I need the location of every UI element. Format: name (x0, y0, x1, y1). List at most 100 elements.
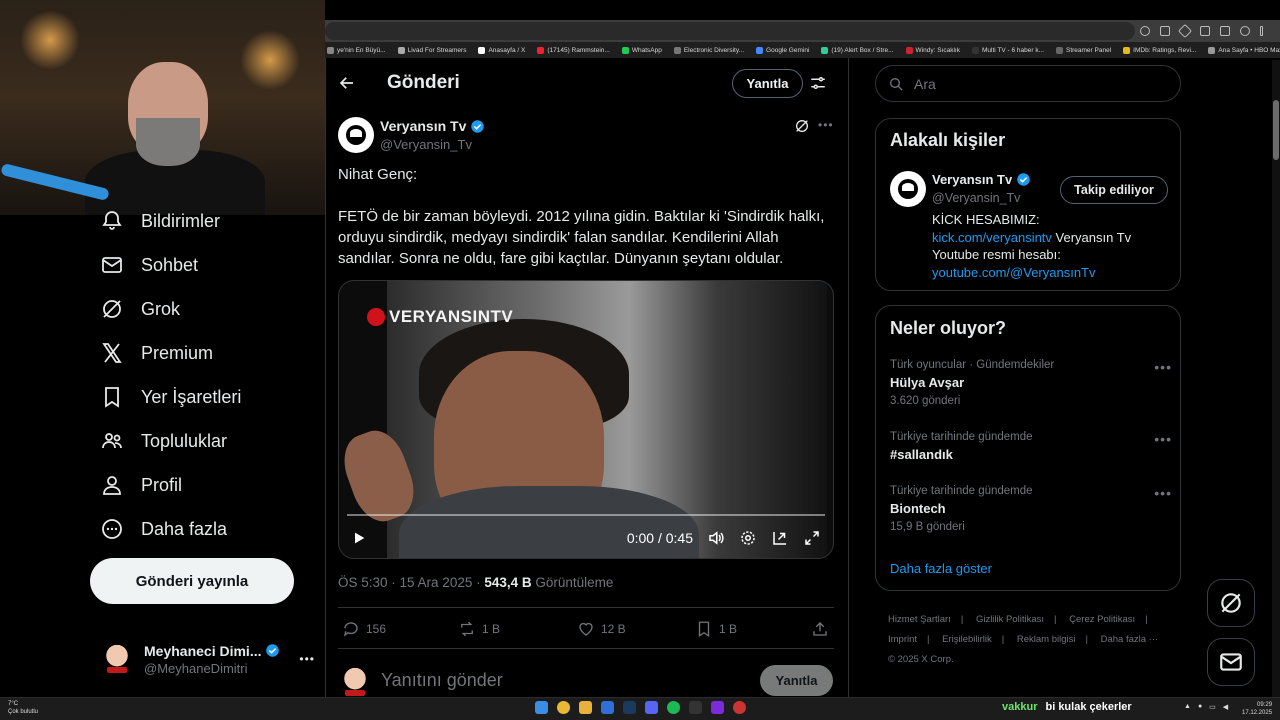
bookmark-item[interactable]: (19) Alert Box / Stre... (821, 46, 894, 54)
weather-widget[interactable]: 7°C Çok bulutlu (8, 700, 38, 716)
reply-header-button[interactable]: Yanıtla (732, 69, 803, 98)
bookmark-item[interactable]: WhatsApp (621, 46, 662, 54)
trend-item[interactable]: Türkiye tarihinde gündemde #sallandık ••… (890, 431, 1180, 462)
volume-icon[interactable]: ◀ (1223, 703, 1228, 711)
bookmark-label: Electronic Diversity... (683, 46, 745, 54)
app-icon[interactable] (711, 701, 724, 714)
reply-input[interactable]: Yanıtını gönder (381, 670, 503, 691)
reply-action[interactable]: 156 (342, 620, 386, 638)
mic-icon[interactable]: ● (1198, 703, 1202, 711)
zoom-icon[interactable] (1140, 26, 1150, 36)
spotify-icon[interactable] (667, 701, 680, 714)
sidebar-item-premium[interactable]: Premium (100, 341, 213, 365)
kick-link[interactable]: kick.com/veryansintv (932, 230, 1052, 245)
scrollbar-thumb[interactable] (1273, 100, 1279, 160)
profile-icon[interactable] (1240, 26, 1250, 36)
bookmark-item[interactable]: Electronic Diversity... (673, 46, 745, 54)
bookmark-item[interactable]: IMDb: Ratings, Revi... (1123, 46, 1196, 54)
messages-fab[interactable] (1207, 638, 1255, 686)
author-avatar[interactable] (338, 117, 374, 153)
account-switcher[interactable]: Meyhaneci Dimi... @MeyhaneDimitri ••• (100, 637, 315, 681)
tweet-timestamp[interactable]: ÖS 5:30 · 15 Ara 2025 · (338, 575, 484, 590)
grok-icon (103, 300, 121, 318)
footer-link[interactable]: Daha fazla ··· (1101, 634, 1159, 645)
footer-link[interactable]: Gizlilik Politikası (976, 614, 1044, 625)
start-icon[interactable] (535, 701, 548, 714)
back-arrow-icon[interactable] (338, 74, 356, 92)
related-name-row[interactable]: Veryansın Tv (932, 172, 1031, 187)
show-more-link[interactable]: Daha fazla göster (890, 561, 992, 576)
trend-item[interactable]: Türkiye tarihinde gündemde Biontech 15,9… (890, 485, 1180, 533)
bookmark-item[interactable]: Anasayfa / X (478, 46, 525, 54)
trend-more-icon[interactable]: ••• (1154, 359, 1172, 375)
trend-item[interactable]: Türk oyuncular · Gündemdekiler Hülya Avş… (890, 359, 1180, 407)
network-icon[interactable]: ▭ (1209, 703, 1216, 711)
account-more-icon[interactable]: ••• (299, 652, 315, 666)
bookmark-item[interactable]: Google Gemini (756, 46, 810, 54)
bookmark-item[interactable]: Streamer Panel (1055, 46, 1111, 54)
scrollbar[interactable] (1272, 60, 1280, 710)
chevron-up-icon[interactable]: ▲ (1184, 703, 1191, 711)
menu-icon[interactable] (1260, 26, 1263, 36)
like-action[interactable]: 12 B (577, 620, 626, 638)
sidebar-item-label: Bildirimler (141, 210, 221, 231)
bookmark-item[interactable]: Windy: Sıcaklık (905, 46, 960, 54)
settings-gear-icon[interactable] (739, 529, 757, 547)
video-progress-bar[interactable] (347, 514, 825, 516)
reply-button[interactable]: Yanıtla (760, 665, 833, 696)
weather-temp: 7°C (8, 701, 19, 707)
bookmark-item[interactable]: Ana Sayfa • HBO Max (1208, 46, 1280, 54)
grok-icon[interactable] (794, 118, 810, 134)
bookmark-item[interactable]: (17145) Rammstein... (537, 46, 610, 54)
footer-link[interactable]: Erişilebilirlik (942, 634, 992, 645)
discord-icon[interactable] (645, 701, 658, 714)
epic-games-icon[interactable] (689, 701, 702, 714)
address-bar[interactable] (325, 22, 1135, 40)
sidebar-item-profile[interactable]: Profil (100, 473, 182, 497)
author-name-row[interactable]: Veryansın Tv (380, 118, 485, 134)
pip-icon[interactable] (771, 529, 789, 547)
youtube-link[interactable]: youtube.com/@VeryansınTv (932, 264, 1162, 282)
cast-icon[interactable] (1160, 26, 1170, 36)
steam-icon[interactable] (623, 701, 636, 714)
fullscreen-icon[interactable] (803, 529, 821, 547)
extensions-icon[interactable] (1200, 26, 1210, 36)
sliders-icon[interactable] (809, 74, 827, 92)
post-button[interactable]: Gönderi yayınla (90, 558, 294, 604)
footer-link[interactable]: Reklam bilgisi (1017, 634, 1076, 645)
bookmark-item[interactable]: ye'nin En Büyü... (327, 46, 386, 54)
sidebar-item-chat[interactable]: Sohbet (100, 253, 198, 277)
bookmark-label: Google Gemini (766, 46, 810, 54)
grok-fab[interactable] (1207, 579, 1255, 627)
bookmark-item[interactable]: Multi TV - 6 haber k... (971, 46, 1044, 54)
trend-more-icon[interactable]: ••• (1154, 485, 1172, 501)
app-icon[interactable] (601, 701, 614, 714)
play-icon[interactable] (351, 530, 367, 546)
sidebar-icon[interactable] (1220, 26, 1230, 36)
sidebar-item-notifications[interactable]: Bildirimler (100, 209, 220, 233)
bookmark-item[interactable]: Livad For Streamers (397, 46, 466, 54)
sidebar-item-bookmarks[interactable]: Yer İşaretleri (100, 385, 241, 409)
footer-link[interactable]: Imprint (888, 634, 917, 645)
footer-link[interactable]: Çerez Politikası (1069, 614, 1135, 625)
search-input[interactable]: Ara (875, 65, 1181, 102)
file-explorer-icon[interactable] (579, 701, 592, 714)
tweet-more-icon[interactable]: ••• (818, 118, 834, 132)
share-action[interactable] (811, 620, 829, 638)
related-avatar[interactable] (890, 171, 926, 207)
volume-icon[interactable] (707, 529, 725, 547)
sidebar-item-more[interactable]: Daha fazla (100, 517, 227, 541)
following-button[interactable]: Takip ediliyor (1060, 176, 1168, 204)
bookmark-action[interactable]: 1 B (695, 620, 737, 638)
sidebar-item-grok[interactable]: Grok (100, 297, 180, 321)
bell-icon (102, 211, 122, 230)
trend-more-icon[interactable]: ••• (1154, 431, 1172, 447)
chrome-icon[interactable] (557, 701, 570, 714)
app-icon[interactable] (733, 701, 746, 714)
star-icon[interactable] (1177, 23, 1193, 39)
video-player[interactable]: VERYANSINTV 0:00 / 0:45 (338, 280, 834, 559)
footer-link[interactable]: Hizmet Şartları (888, 614, 951, 625)
sidebar-item-communities[interactable]: Topluluklar (100, 429, 227, 453)
clock[interactable]: 09:29 17.12.2025 (1242, 701, 1272, 717)
repost-action[interactable]: 1 B (458, 620, 500, 638)
